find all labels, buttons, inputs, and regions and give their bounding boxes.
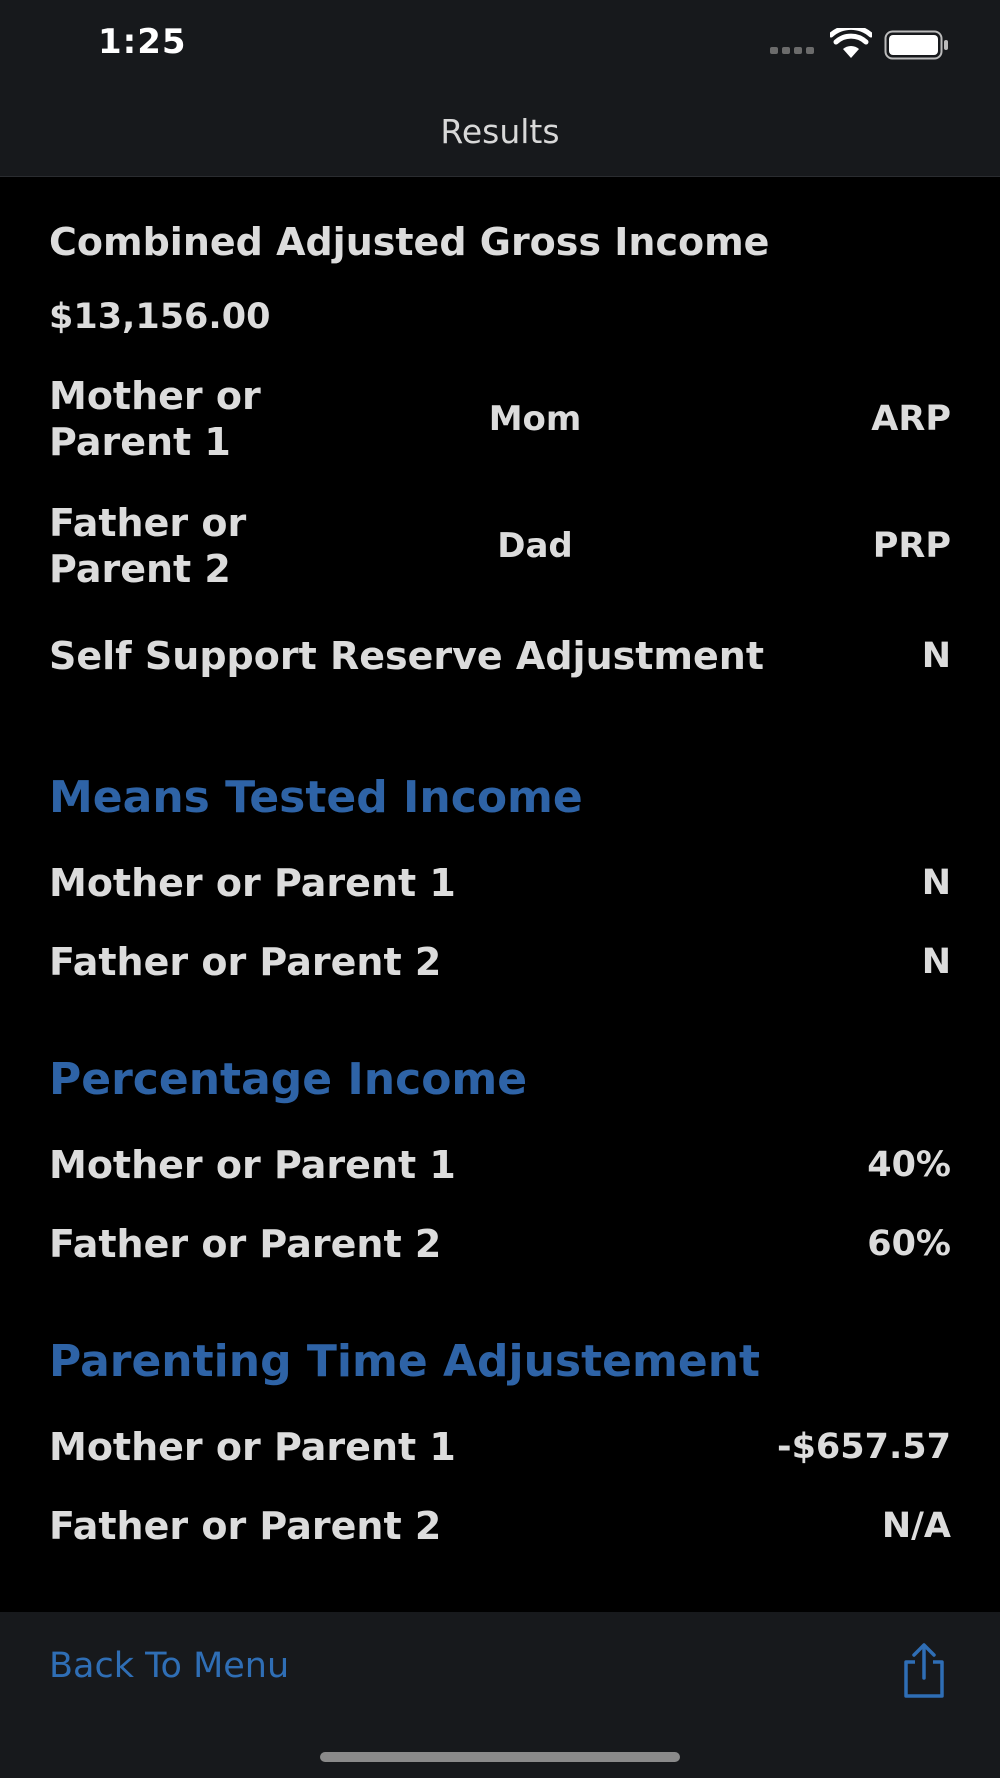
bottom-toolbar: Back To Menu <box>0 1612 1000 1778</box>
means-tested-row: Mother or Parent 1 N <box>49 860 951 906</box>
status-bar: 1:25 <box>0 0 1000 88</box>
percentage-parent-1-value: 40% <box>867 1145 951 1185</box>
parenting-time-title: Parenting Time Adjustement <box>49 1336 761 1387</box>
self-support-value: N <box>921 636 951 676</box>
parenting-time-parent-1-value: -$657.57 <box>777 1427 951 1467</box>
navigation-bar: Results <box>0 88 1000 177</box>
combined-income-label: Combined Adjusted Gross Income <box>49 220 770 264</box>
means-tested-parent-2-label: Father or Parent 2 <box>49 940 442 984</box>
page-title: Results <box>440 112 560 151</box>
means-tested-row: Father or Parent 2 N <box>49 939 951 985</box>
parenting-time-row: Mother or Parent 1 -$657.57 <box>49 1424 951 1470</box>
cellular-signal-icon <box>770 47 814 54</box>
share-icon[interactable] <box>898 1642 950 1700</box>
parent-2-label: Father or Parent 2 <box>49 501 247 591</box>
percentage-income-title: Percentage Income <box>49 1054 528 1105</box>
percentage-parent-1-label: Mother or Parent 1 <box>49 1143 456 1187</box>
percentage-income-row: Father or Parent 2 60% <box>49 1221 951 1267</box>
percentage-parent-2-value: 60% <box>867 1224 951 1264</box>
parent-2-role: PRP <box>872 526 951 566</box>
parenting-time-parent-2-label: Father or Parent 2 <box>49 1504 442 1548</box>
means-tested-title: Means Tested Income <box>49 772 583 823</box>
parent-2-name: Dad <box>497 526 573 566</box>
combined-income-amount: $13,156.00 <box>49 297 271 337</box>
percentage-parent-2-label: Father or Parent 2 <box>49 1222 442 1266</box>
parent-1-name: Mom <box>488 399 582 439</box>
parenting-time-parent-2-value: N/A <box>881 1506 951 1546</box>
self-support-row: Self Support Reserve Adjustment N <box>49 633 951 679</box>
self-support-label: Self Support Reserve Adjustment <box>49 634 764 678</box>
means-tested-parent-2-value: N <box>921 942 951 982</box>
battery-icon <box>884 30 948 60</box>
parent-1-role: ARP <box>871 399 951 439</box>
means-tested-parent-1-value: N <box>921 863 951 903</box>
means-tested-parent-1-label: Mother or Parent 1 <box>49 861 456 905</box>
back-to-menu-button[interactable]: Back To Menu <box>49 1646 289 1686</box>
status-time: 1:25 <box>98 22 187 62</box>
parenting-time-row: Father or Parent 2 N/A <box>49 1503 951 1549</box>
parent-1-label: Mother or Parent 1 <box>49 374 261 464</box>
parenting-time-parent-1-label: Mother or Parent 1 <box>49 1425 456 1469</box>
home-indicator <box>320 1752 680 1762</box>
percentage-income-row: Mother or Parent 1 40% <box>49 1142 951 1188</box>
wifi-icon <box>830 28 872 58</box>
